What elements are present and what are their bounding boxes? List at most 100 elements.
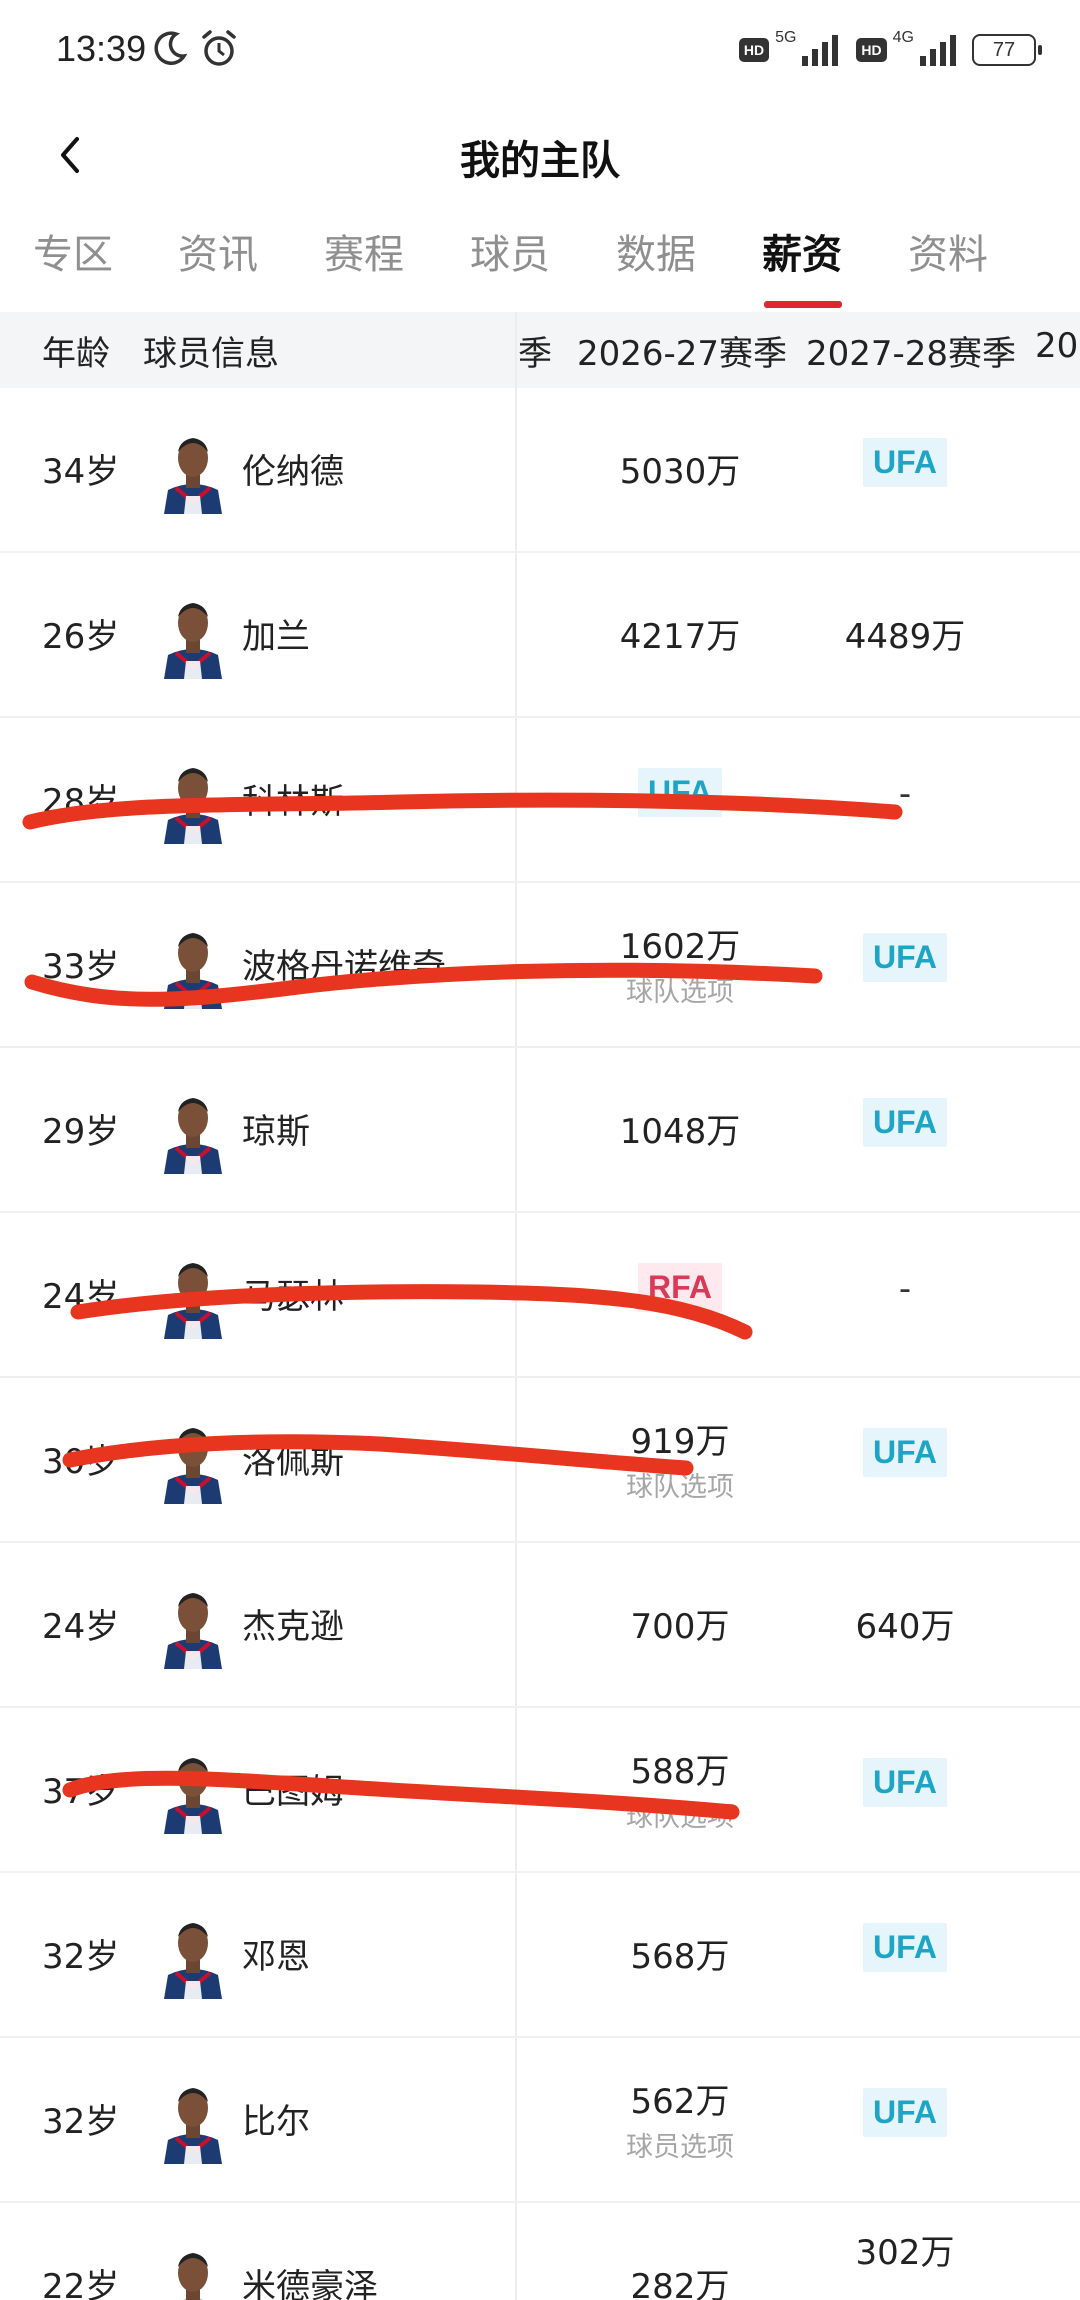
header-player-info: 球员信息	[143, 334, 279, 374]
next-season-salary: 4489万	[844, 617, 966, 657]
player-age: 33岁	[42, 947, 120, 987]
table-row[interactable]: 37岁 巴图姆 588万 球队选项 UFA	[0, 1708, 1080, 1873]
tab-players[interactable]: 球员	[470, 222, 550, 280]
player-avatar	[160, 1416, 226, 1504]
next-season-cell: UFA	[800, 1098, 1010, 1147]
salary-value: 588万	[630, 1752, 730, 1792]
player-name: 琼斯	[242, 1112, 310, 1152]
contract-option-note: 球队选项	[626, 1802, 734, 1833]
next-season-cell: UFA	[800, 933, 1010, 982]
table-row[interactable]: 29岁 琼斯 1048万 UFA	[0, 1048, 1080, 1213]
battery-level: 77	[992, 38, 1016, 61]
tab-news[interactable]: 资讯	[178, 222, 258, 280]
player-name: 马瑟林	[242, 1277, 344, 1317]
salary-value: 4217万	[619, 617, 741, 657]
network-type-label: 4G	[892, 29, 914, 46]
salary-cell: UFA	[560, 768, 800, 817]
salary-value: 1048万	[619, 1112, 741, 1152]
player-avatar	[160, 1086, 226, 1174]
player-name: 伦纳德	[242, 452, 344, 492]
empty-dash: -	[898, 774, 912, 814]
ufa-badge: UFA	[863, 438, 947, 487]
salary-value: 5030万	[619, 452, 741, 492]
player-avatar	[160, 2241, 226, 2300]
table-row[interactable]: 24岁 杰克逊 700万 640万	[0, 1543, 1080, 1708]
salary-cell: 562万 球员选项	[560, 2074, 800, 2164]
salary-cell: 700万	[560, 1599, 800, 1648]
tab-bar: 专区 资讯 赛程 球员 数据 薪资 资料	[0, 210, 1080, 310]
table-row[interactable]: 22岁 米德豪泽 282万 302万	[0, 2203, 1080, 2300]
table-row[interactable]: 24岁 马瑟林 RFA -	[0, 1213, 1080, 1378]
tab-schedule[interactable]: 赛程	[324, 222, 404, 280]
hd-badge: HD	[856, 38, 887, 62]
status-indicators: HD 5G HD 4G 77	[738, 29, 1042, 70]
salary-cell: 568万	[560, 1929, 800, 1978]
table-row[interactable]: 32岁 邓恩 568万 UFA	[0, 1873, 1080, 2038]
header-age: 年龄	[42, 334, 110, 374]
signal-icon	[920, 35, 956, 66]
status-time: 13:39	[56, 28, 147, 69]
salary-value: 568万	[630, 1937, 730, 1977]
tab-stats[interactable]: 数据	[616, 222, 696, 280]
player-age: 28岁	[42, 782, 120, 822]
table-row[interactable]: 30岁 洛佩斯 919万 球队选项 UFA	[0, 1378, 1080, 1543]
table-row[interactable]: 32岁 比尔 562万 球员选项 UFA	[0, 2038, 1080, 2203]
player-name: 洛佩斯	[242, 1442, 344, 1482]
player-avatar	[160, 1911, 226, 1999]
next-season-cell: UFA	[800, 1758, 1010, 1807]
ufa-badge: UFA	[863, 1098, 947, 1147]
salary-value: 1602万	[619, 927, 741, 967]
header-season-next-partial: 202	[1035, 326, 1080, 366]
player-age: 32岁	[42, 2102, 120, 2142]
player-age: 34岁	[42, 452, 120, 492]
tab-zone[interactable]: 专区	[33, 222, 113, 280]
salary-cell: 282万	[560, 2259, 800, 2300]
contract-option-note: 球队选项	[626, 1472, 734, 1503]
page-title: 我的主队	[460, 138, 620, 184]
player-age: 29岁	[42, 1112, 120, 1152]
next-season-cell: UFA	[800, 1923, 1010, 1972]
player-age: 37岁	[42, 1772, 120, 1812]
player-avatar	[160, 756, 226, 844]
alarm-icon	[202, 30, 236, 66]
tab-salary[interactable]: 薪资	[762, 222, 842, 280]
player-age: 32岁	[42, 1937, 120, 1977]
ufa-badge: UFA	[863, 1758, 947, 1807]
next-season-cell: UFA	[800, 438, 1010, 487]
header-season-partial: 季	[518, 334, 552, 374]
salary-value: 700万	[630, 1607, 730, 1647]
table-row[interactable]: 28岁 科林斯 UFA -	[0, 718, 1080, 883]
ufa-badge: UFA	[863, 2088, 947, 2137]
table-row[interactable]: 26岁 加兰 4217万 4489万	[0, 553, 1080, 718]
ufa-badge: UFA	[863, 1923, 947, 1972]
tab-info[interactable]: 资料	[908, 222, 988, 280]
player-avatar	[160, 1746, 226, 1834]
salary-cell: 919万 球队选项	[560, 1414, 800, 1504]
next-season-cell: UFA	[800, 1428, 1010, 1477]
header-season-2027-28: 2027-28赛季	[806, 334, 1017, 374]
salary-value: 562万	[630, 2082, 730, 2122]
player-name: 科林斯	[242, 782, 344, 822]
salary-table-body: 34岁 伦纳德 5030万 UFA 26岁 加兰 4217万 4489万 28岁…	[0, 388, 1080, 2300]
empty-dash: -	[898, 1269, 912, 1309]
salary-cell: 4217万	[560, 609, 800, 658]
player-name: 米德豪泽	[242, 2267, 378, 2300]
next-season-cell: 302万	[800, 2225, 1010, 2274]
player-name: 波格丹诺维奇	[242, 947, 446, 987]
contract-option-note: 球员选项	[626, 2132, 734, 2163]
network-type-label: 5G	[775, 29, 797, 46]
rfa-badge: RFA	[638, 1263, 722, 1312]
player-age: 22岁	[42, 2267, 120, 2300]
active-tab-indicator	[764, 301, 842, 308]
player-avatar	[160, 1581, 226, 1669]
signal-icon	[802, 35, 839, 66]
salary-cell: 1602万 球队选项	[560, 919, 800, 1009]
table-row[interactable]: 34岁 伦纳德 5030万 UFA	[0, 388, 1080, 553]
player-name: 巴图姆	[242, 1772, 344, 1812]
salary-value: 919万	[630, 1422, 730, 1462]
salary-cell: RFA	[560, 1263, 800, 1312]
status-bar: 13:39 HD 5G HD 4G 77	[0, 0, 1080, 100]
table-row[interactable]: 33岁 波格丹诺维奇 1602万 球队选项 UFA	[0, 883, 1080, 1048]
player-avatar	[160, 426, 226, 514]
salary-value: 282万	[630, 2267, 730, 2300]
